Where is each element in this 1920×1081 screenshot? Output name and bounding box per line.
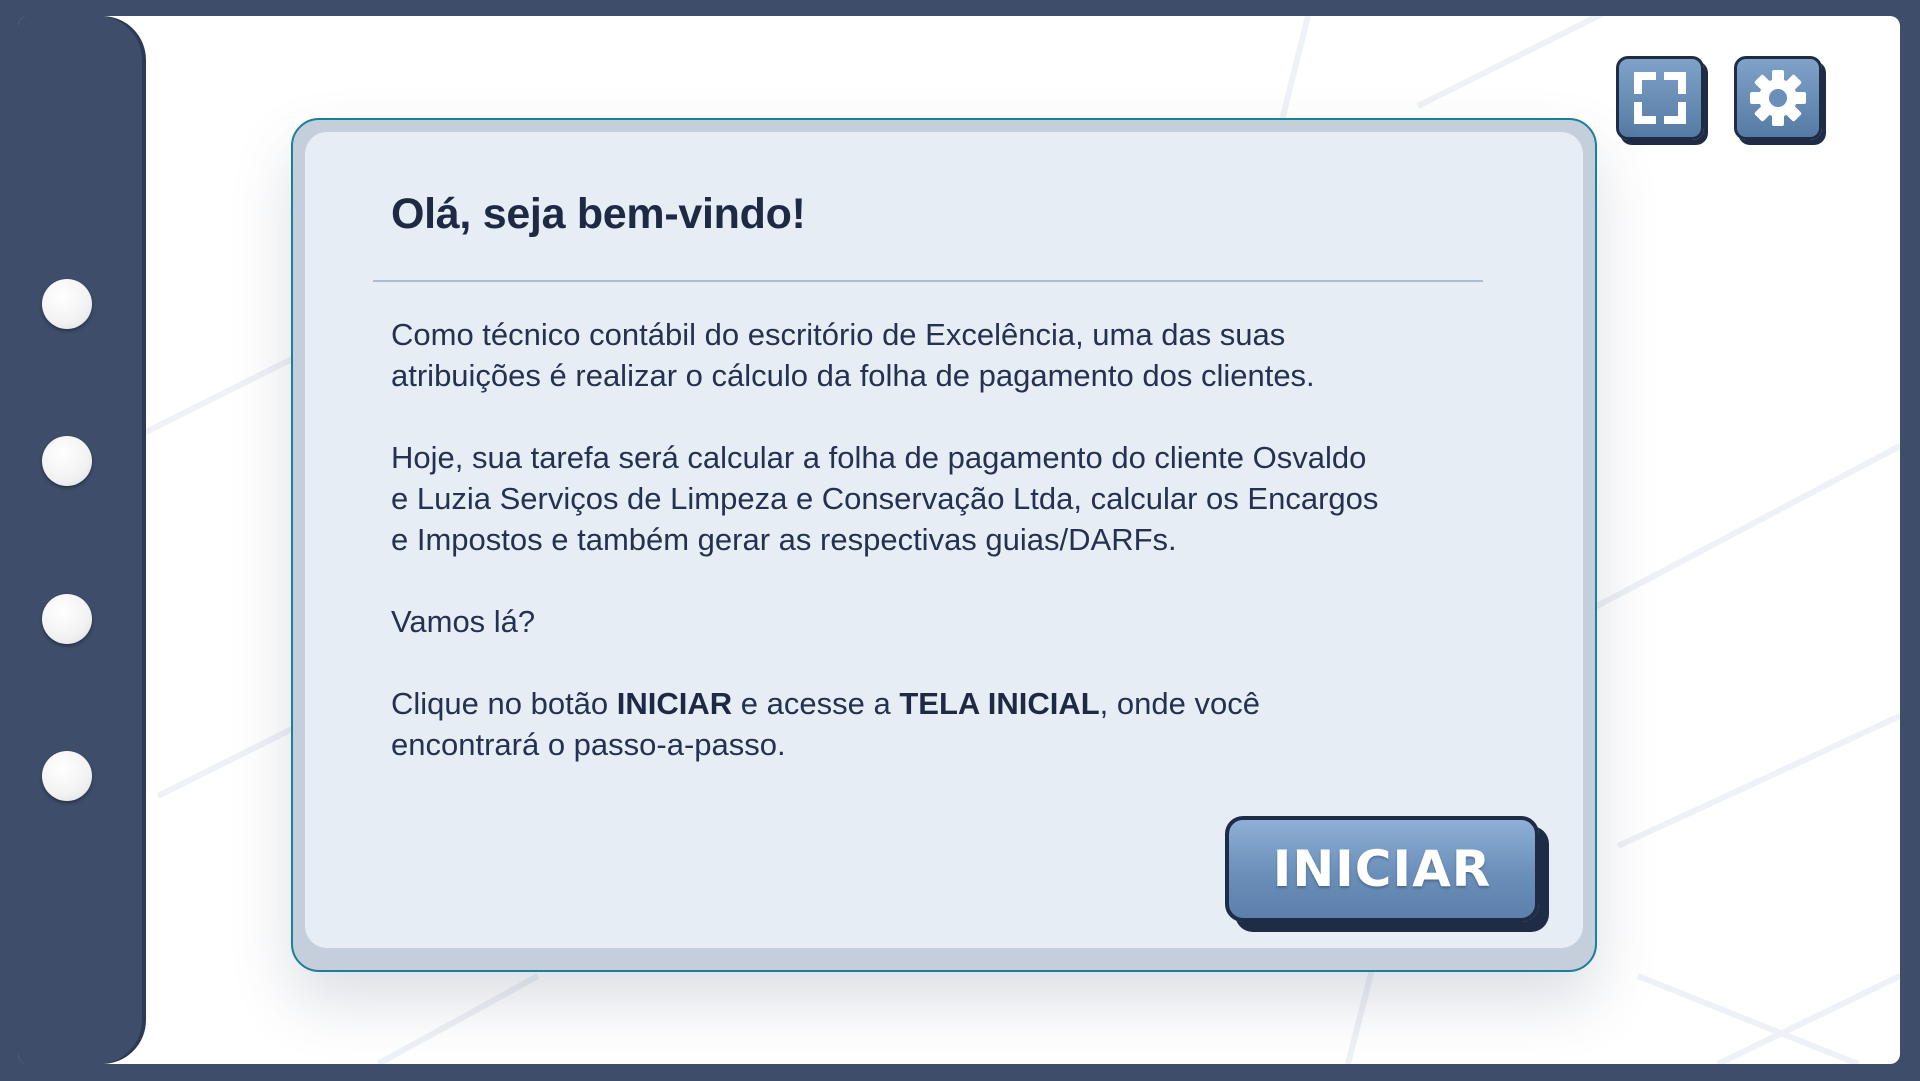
binder-spine: [18, 16, 142, 1064]
start-button-label: INICIAR: [1272, 840, 1492, 898]
prompt-paragraph: Vamos lá?: [391, 601, 1511, 642]
instruction-line-2: encontrará o passo-a-passo.: [391, 727, 786, 762]
intro-paragraph: Como técnico contábil do escritório de E…: [391, 314, 1511, 396]
app-frame: Olá, seja bem-vindo! Como técnico contáb…: [0, 0, 1920, 1081]
settings-button[interactable]: [1734, 56, 1822, 140]
task-paragraph: Hoje, sua tarefa será calcular a folha d…: [391, 437, 1511, 560]
fullscreen-icon: [1634, 72, 1686, 124]
binder-ring: [42, 751, 92, 801]
intro-line-1: Como técnico contábil do escritório de E…: [391, 317, 1286, 352]
instruction-mid: e acesse a: [732, 686, 900, 721]
instruction-bold-home: TELA INICIAL: [899, 686, 1100, 721]
task-line-2: e Luzia Serviços de Limpeza e Conservaçã…: [391, 481, 1379, 516]
fullscreen-button[interactable]: [1616, 56, 1704, 140]
gear-icon: [1750, 70, 1806, 126]
instruction-pre: Clique no botão: [391, 686, 617, 721]
prompt-text: Vamos lá?: [391, 604, 536, 639]
instruction-paragraph: Clique no botão INICIAR e acesse a TELA …: [391, 683, 1511, 765]
title-divider: [373, 280, 1483, 282]
task-line-1: Hoje, sua tarefa será calcular a folha d…: [391, 440, 1367, 475]
dialog-body: Como técnico contábil do escritório de E…: [391, 314, 1511, 765]
page-background: Olá, seja bem-vindo! Como técnico contáb…: [18, 16, 1900, 1064]
binder-ring: [42, 436, 92, 486]
instruction-bold-start: INICIAR: [616, 686, 733, 721]
binder-ring: [42, 279, 92, 329]
dialog-title: Olá, seja bem-vindo!: [391, 190, 806, 238]
start-button[interactable]: INICIAR: [1225, 816, 1539, 922]
task-line-3: e Impostos e também gerar as respectivas…: [391, 522, 1177, 557]
instruction-post: , onde você: [1099, 686, 1260, 721]
binder-ring: [42, 594, 92, 644]
intro-line-2: atribuições é realizar o cálculo da folh…: [391, 358, 1315, 393]
